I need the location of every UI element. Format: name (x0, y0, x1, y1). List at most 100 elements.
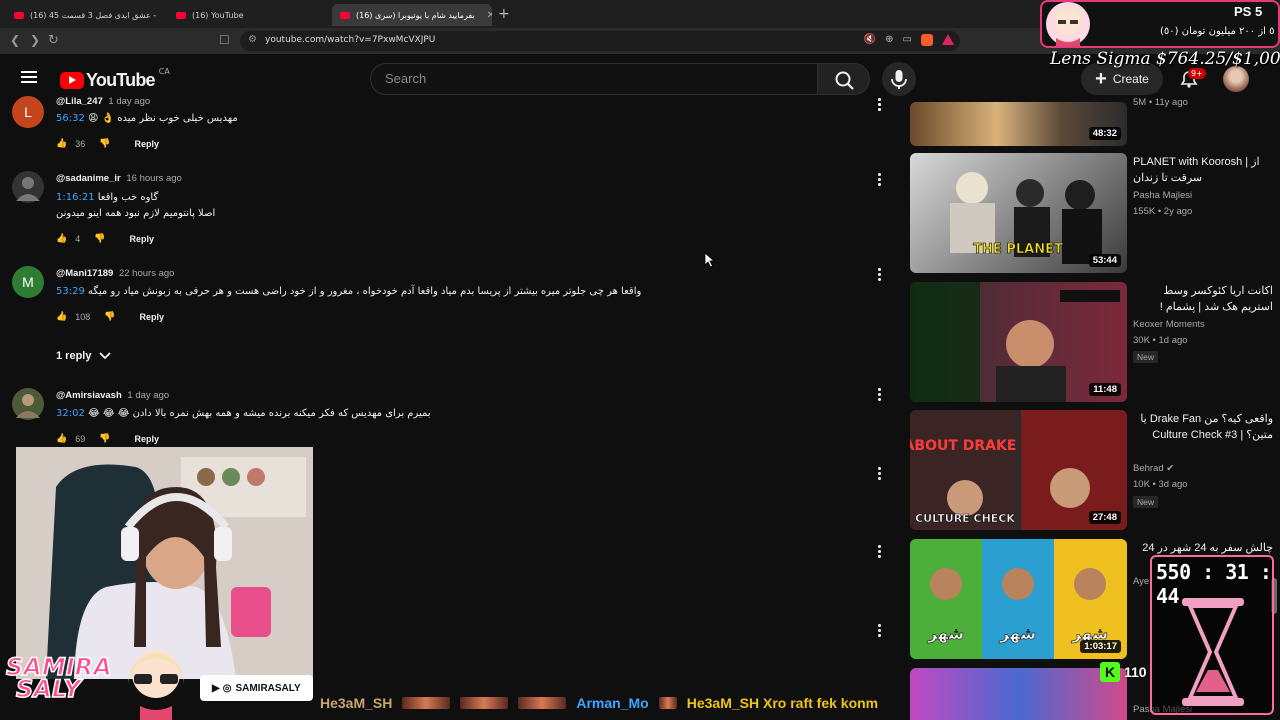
youtube-logo[interactable]: YouTube CA (60, 67, 170, 91)
comment-time[interactable]: 1 day ago (108, 96, 150, 107)
reply-button[interactable]: Reply (129, 234, 154, 244)
comment-time[interactable]: 22 hours ago (119, 268, 174, 279)
site-info-icon[interactable]: ⚙ (248, 34, 257, 45)
video-meta: 10K • 3d ago (1133, 479, 1188, 490)
close-tab-icon[interactable]: ✕ (487, 10, 492, 21)
dislike-icon[interactable]: 👎 (104, 311, 115, 322)
url-bar-icons: 🔇 ⊕ ▭ (864, 34, 954, 46)
video-title[interactable]: چالش سفر به 24 شهر در 24 (1133, 540, 1273, 556)
youtube-favicon-icon (14, 11, 24, 19)
video-thumbnail[interactable]: شهر شهر شهر 1:03:17 (910, 539, 1127, 659)
comment-timestamp-link[interactable]: 1:16:21 (56, 192, 95, 203)
cast-icon[interactable]: ▭ (903, 34, 912, 46)
more-actions-icon[interactable] (878, 467, 882, 481)
social-handle: SAMIRASALY (235, 682, 301, 694)
like-count: 108 (75, 311, 91, 322)
notification-count-badge: 9+ (1188, 68, 1206, 79)
emote-strip-icon (518, 697, 567, 709)
comment-author[interactable]: @Amirsiavash (56, 390, 122, 401)
more-actions-icon[interactable] (878, 268, 882, 282)
like-icon[interactable]: 👍 (56, 138, 67, 149)
video-duration: 53:44 (1088, 254, 1121, 267)
comment-timestamp-link[interactable]: 53:29 (56, 286, 85, 297)
comment-time[interactable]: 1 day ago (127, 390, 169, 401)
avatar-image-icon (16, 177, 40, 201)
browser-tab[interactable]: (16) عشق ابدی فصل 3 قسمت 45 - (6, 4, 162, 26)
like-icon[interactable]: 👍 (56, 233, 67, 244)
reply-button[interactable]: Reply (139, 312, 164, 322)
tab-title: (16) YouTube (192, 10, 244, 20)
verified-icon: ✔ (1166, 463, 1175, 474)
social-handle-chip: ▶ ◎ SAMIRASALY (200, 675, 313, 701)
browser-tab[interactable]: (16) YouTube (168, 4, 324, 26)
like-icon[interactable]: 👍 (56, 311, 67, 322)
video-thumbnail[interactable]: 11:48 (910, 282, 1127, 402)
comment-author[interactable]: @sadanime_ir (56, 173, 121, 184)
search-icon (835, 71, 854, 90)
comment-text-row: گاوه خب واقعا 1:16:21 (56, 192, 158, 203)
more-actions-icon[interactable] (878, 388, 882, 402)
plus-icon: + (1095, 68, 1107, 90)
browser-tab-active[interactable]: (16) بفرمایید شام با یوتیوبرا (سری ✕ (332, 4, 492, 26)
more-actions-icon[interactable] (878, 545, 882, 559)
brave-rewards-icon[interactable] (942, 34, 954, 45)
emote-strip-icon (460, 697, 509, 709)
reply-button[interactable]: Reply (134, 139, 159, 149)
more-actions-icon[interactable] (878, 98, 882, 112)
tab-title: (16) عشق ابدی فصل 3 قسمت 45 - (30, 10, 157, 20)
video-title[interactable]: اکانت اریا کئوکسر وسط استریم هک شد | پشم… (1133, 283, 1273, 315)
comment-text-row: مهدیس خیلی خوب نظر میده 👌 😩 56:32 (56, 113, 238, 124)
dislike-icon[interactable]: 👎 (94, 233, 105, 244)
comment-text: گاوه خب واقعا (97, 192, 159, 203)
comment-time[interactable]: 16 hours ago (126, 173, 181, 184)
forward-icon[interactable]: ❯ (30, 33, 40, 47)
avatar[interactable] (12, 388, 44, 420)
replies-toggle-button[interactable]: 1 reply (56, 350, 112, 362)
video-duration: 48:32 (1088, 127, 1121, 140)
channel-name[interactable]: Aye (1133, 576, 1149, 587)
comment-timestamp-link[interactable]: 32:02 (56, 408, 85, 419)
brave-shield-icon[interactable] (921, 34, 933, 46)
video-thumbnail[interactable]: THE PLANET 53:44 (910, 153, 1127, 273)
comment-author[interactable]: @Lila_247 (56, 96, 103, 107)
avatar[interactable]: L (12, 96, 44, 128)
more-actions-icon[interactable] (878, 624, 882, 638)
comment-header: @Mani17189 22 hours ago (56, 268, 174, 279)
channel-name[interactable]: Keoxer Moments (1133, 319, 1205, 330)
kick-count: 110 (1124, 664, 1147, 680)
avatar[interactable]: M (12, 266, 44, 298)
channel-name[interactable]: Behrad (1133, 463, 1164, 474)
microphone-icon (891, 70, 907, 89)
mute-icon[interactable]: 🔇 (864, 34, 876, 46)
channel-name-row: Behrad ✔ (1133, 463, 1174, 474)
bookmark-icon[interactable]: ☐ (219, 33, 230, 47)
voice-search-button[interactable] (882, 62, 916, 96)
like-icon[interactable]: 👍 (56, 433, 67, 444)
back-icon[interactable]: ❮ (10, 33, 20, 47)
video-thumbnail[interactable]: ABOUT DRAKE CULTURE CHECK 27:48 (910, 410, 1127, 530)
search-input[interactable]: Search (370, 63, 818, 95)
avatar[interactable] (12, 171, 44, 203)
comment-author[interactable]: @Mani17189 (56, 268, 113, 279)
youtube-favicon-icon (340, 11, 350, 19)
new-tab-button[interactable]: + (498, 6, 510, 22)
url-field[interactable]: ⚙ youtube.com/watch?v=7PxwMcVXJPU 🔇 ⊕ ▭ (240, 31, 960, 51)
new-badge: New (1133, 496, 1159, 508)
reload-icon[interactable]: ↻ (48, 33, 59, 48)
video-title[interactable]: واقعی کیه؟ من Drake Fan یا متین؟ | Cultu… (1133, 411, 1273, 443)
reply-button[interactable]: Reply (134, 434, 159, 444)
video-meta: 5M • 11y ago (1133, 97, 1188, 108)
search-button[interactable] (817, 63, 870, 95)
dislike-icon[interactable]: 👎 (99, 433, 110, 444)
menu-icon[interactable] (21, 71, 37, 83)
dislike-icon[interactable]: 👎 (99, 138, 110, 149)
video-thumbnail[interactable]: 48:32 (910, 102, 1127, 146)
video-title[interactable]: PLANET with Koorosh | از سرقت تا زندان (1133, 154, 1273, 186)
comment-timestamp-link[interactable]: 56:32 (56, 113, 85, 124)
account-avatar[interactable] (1223, 66, 1249, 92)
channel-name[interactable]: Pasha Majlesi (1133, 190, 1192, 201)
zoom-icon[interactable]: ⊕ (885, 34, 893, 46)
like-count: 4 (75, 233, 81, 244)
more-actions-icon[interactable] (878, 173, 882, 187)
ticker-username: Arman_Mo (576, 695, 649, 711)
